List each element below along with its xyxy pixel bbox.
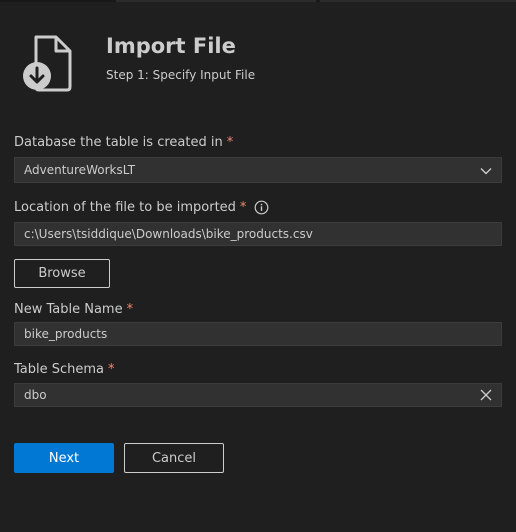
table-schema-value: dbo: [24, 388, 47, 402]
table-name-value: bike_products: [24, 327, 108, 341]
next-button[interactable]: Next: [14, 443, 114, 473]
table-schema-label-text: Table Schema: [14, 362, 105, 377]
chevron-down-icon[interactable]: [479, 164, 493, 178]
required-mark: *: [126, 302, 134, 317]
info-icon[interactable]: [254, 200, 269, 215]
tab-strip-segment: [116, 0, 316, 2]
database-label-text: Database the table is created in: [14, 135, 223, 150]
cancel-button[interactable]: Cancel: [124, 443, 224, 473]
file-import-icon: [22, 34, 78, 92]
required-mark: *: [239, 200, 247, 215]
required-mark: *: [226, 135, 234, 150]
table-schema-label: Table Schema *: [14, 362, 115, 377]
file-path-value: c:\Users\tsiddique\Downloads\bike_produc…: [24, 227, 313, 241]
database-select[interactable]: AdventureWorksLT: [14, 157, 502, 183]
file-location-label: Location of the file to be imported *: [14, 200, 269, 215]
database-label: Database the table is created in *: [14, 135, 233, 150]
file-path-input[interactable]: c:\Users\tsiddique\Downloads\bike_produc…: [14, 222, 502, 246]
tab-strip-segment: [320, 0, 516, 2]
table-name-label: New Table Name *: [14, 302, 133, 317]
page-subtitle: Step 1: Specify Input File: [106, 68, 256, 82]
page-title: Import File: [106, 34, 236, 58]
database-select-value: AdventureWorksLT: [24, 163, 136, 177]
required-mark: *: [108, 362, 115, 377]
table-name-input[interactable]: bike_products: [14, 322, 502, 346]
file-location-label-text: Location of the file to be imported: [14, 200, 236, 215]
table-name-label-text: New Table Name: [14, 302, 123, 317]
top-tab-strip: [0, 0, 516, 2]
browse-button[interactable]: Browse: [14, 259, 110, 288]
table-schema-input[interactable]: dbo: [14, 383, 502, 407]
close-icon[interactable]: [479, 388, 493, 402]
